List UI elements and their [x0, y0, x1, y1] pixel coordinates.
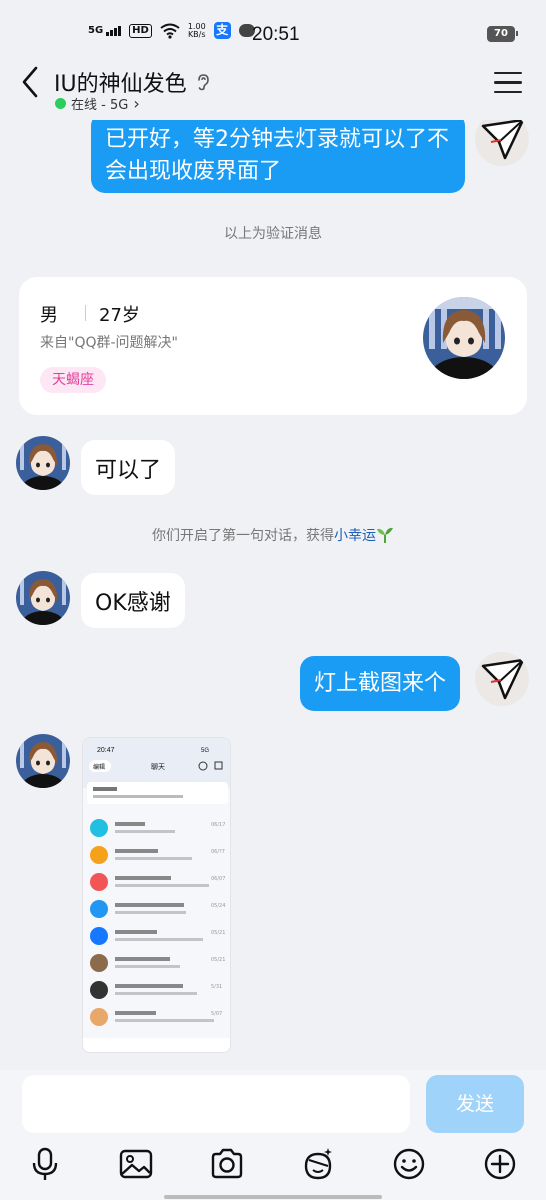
preview-network: 5G [201, 748, 209, 754]
preview-time: 20:47 [97, 747, 115, 754]
hd-icon: HD [129, 23, 152, 38]
preview-text-blur [115, 938, 203, 941]
system-notice: 你们开启了第一句对话，获得小幸运 [0, 525, 546, 545]
menu-icon[interactable] [494, 72, 522, 94]
preview-date: 05/21 [211, 957, 225, 963]
preview-date: 06/?7 [211, 849, 225, 855]
profile-card[interactable]: 男 27岁 来自"QQ群-问题解决" 天蝎座 [19, 277, 527, 415]
preview-name-blur [115, 822, 145, 826]
network-speed: 1.00 KB/s [187, 21, 206, 39]
preview-name-blur [115, 849, 158, 853]
chat-header: IU的神仙发色 在线 - 5G › [0, 58, 546, 120]
image-icon[interactable] [118, 1146, 154, 1182]
message-list[interactable]: 已开好，等2分钟去灯录就可以了不会出现收废界面了 以上为验证消息 男 27岁 来… [0, 120, 546, 1070]
preview-avatar [90, 981, 108, 999]
preview-name-blur [115, 903, 184, 907]
divider [85, 305, 86, 321]
preview-avatar [90, 873, 108, 891]
contact-avatar[interactable] [16, 734, 70, 788]
preview-name-blur [115, 876, 171, 880]
image-message[interactable]: 20:47 5G 编辑 聊天 06/17 06/?7 06/07 05/24 05/21… [82, 737, 231, 1053]
preview-date: 5/07 [211, 1011, 222, 1017]
preview-avatar [90, 954, 108, 972]
preview-name-blur [115, 930, 157, 934]
preview-text-blur [115, 1019, 214, 1022]
ear-icon [197, 74, 209, 91]
sprout-icon [377, 527, 393, 543]
contact-avatar[interactable] [16, 436, 70, 490]
alipay-icon: 支 [213, 22, 231, 39]
composer-toolbar [0, 1146, 546, 1182]
contact-avatar[interactable] [16, 571, 70, 625]
preview-avatar [90, 819, 108, 837]
preview-text-blur [115, 857, 192, 860]
lucky-link[interactable]: 小幸运 [334, 528, 376, 544]
presence-status[interactable]: 在线 - 5G › [55, 94, 140, 113]
preview-date: 06/17 [211, 822, 225, 828]
preview-avatar [90, 1008, 108, 1026]
age: 27岁 [99, 305, 140, 326]
preview-name-blur [115, 1011, 156, 1015]
wifi-icon [160, 23, 180, 39]
paper-plane-icon [481, 658, 525, 700]
preview-avatar [90, 927, 108, 945]
paper-plane-icon [481, 120, 525, 160]
message-input[interactable] [22, 1075, 410, 1133]
online-dot [55, 98, 66, 109]
my-avatar[interactable] [475, 120, 529, 166]
message-outgoing[interactable]: 灯上截图来个 [300, 656, 461, 711]
message-incoming[interactable]: 可以了 [81, 440, 176, 495]
chevron-right-icon: › [133, 94, 140, 113]
microphone-icon[interactable] [27, 1146, 63, 1182]
message-incoming[interactable]: OK感谢 [81, 573, 185, 628]
preview-date: 06/07 [211, 876, 225, 882]
preview-date: 05/24 [211, 903, 225, 909]
zodiac-tag: 天蝎座 [40, 367, 106, 393]
preview-tab: 聊天 [151, 762, 165, 771]
clock: 20:51 [252, 24, 300, 45]
battery-icon: 70 [487, 26, 518, 42]
back-icon[interactable] [18, 64, 44, 100]
system-notice: 以上为验证消息 [224, 226, 322, 242]
emoji-icon[interactable] [391, 1146, 427, 1182]
home-indicator [164, 1195, 382, 1199]
gender: 男 [40, 305, 58, 326]
source-group: 来自"QQ群-问题解决" [40, 335, 178, 351]
message-outgoing[interactable]: 已开好，等2分钟去灯录就可以了不会出现收废界面了 [91, 120, 465, 193]
my-avatar[interactable] [475, 652, 529, 706]
preview-text-blur [115, 830, 175, 833]
preview-text-blur [115, 965, 180, 968]
preview-edit: 编辑 [93, 763, 105, 771]
sticker-face-icon[interactable] [300, 1146, 336, 1182]
camera-icon[interactable] [209, 1146, 245, 1182]
cellular-signal-icon: 5G [88, 25, 122, 36]
preview-text-blur [115, 911, 186, 914]
preview-name-blur [115, 957, 170, 961]
preview-text-blur [115, 992, 197, 995]
send-button[interactable]: 发送 [426, 1075, 524, 1133]
preview-name-blur [115, 984, 183, 988]
composer: 发送 [0, 1070, 546, 1200]
status-bar: 5G HD 1.00 KB/s 支 20:51 70 [0, 0, 546, 58]
preview-avatar [90, 900, 108, 918]
preview-date: 05/21 [211, 930, 225, 936]
plus-icon[interactable] [482, 1146, 518, 1182]
preview-date: 5/31 [211, 984, 222, 990]
contact-avatar-large[interactable] [423, 297, 505, 379]
preview-avatar [90, 846, 108, 864]
preview-text-blur [115, 884, 209, 887]
